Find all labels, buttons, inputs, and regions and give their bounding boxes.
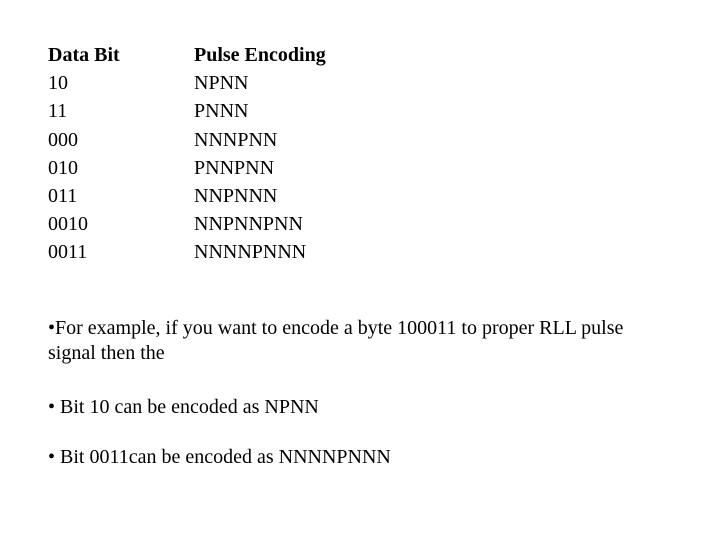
column-header-pulse-encoding: Pulse Encoding	[194, 44, 326, 66]
cell-data-bit: 000	[48, 128, 78, 151]
cell-pulse-encoding: NNPNNPNN	[194, 213, 303, 236]
table-row: 10 NPNN	[48, 69, 326, 97]
cell-data-bit: 0010	[48, 213, 88, 236]
cell-pulse-encoding: NNNNPNNN	[194, 241, 307, 264]
cell-data-bit: 11	[48, 100, 68, 123]
bullet-list: •For example, if you want to encode a by…	[48, 316, 648, 470]
bullet-marker-icon: •	[48, 317, 56, 339]
cell-data-bit: 010	[48, 156, 78, 179]
table-header-row: Data Bit Pulse Encoding	[48, 41, 326, 69]
cell-data-bit: 10	[48, 72, 68, 95]
cell-pulse-encoding: PNNN	[194, 100, 249, 123]
bullet-item-example: •For example, if you want to encode a by…	[48, 316, 640, 366]
table-header: Data Bit Pulse Encoding	[48, 41, 326, 69]
cell-pulse-encoding: PNNPNN	[194, 156, 275, 179]
bullet-text: Bit 0011can be encoded as NNNNPNNN	[60, 446, 391, 468]
pulse-encoding-table: Data Bit Pulse Encoding 10 NPNN 11 PNNN …	[48, 41, 326, 267]
table-row: 011 NNPNNN	[48, 182, 326, 210]
table-row: 000 NNNPNN	[48, 126, 326, 154]
bullet-item-bit-0011: • Bit 0011can be encoded as NNNNPNNN	[48, 445, 648, 470]
cell-pulse-encoding: NPNN	[194, 72, 249, 95]
table-body: 10 NPNN 11 PNNN 000 NNNPNN 010 PNNPNN 01…	[48, 69, 326, 266]
table-row: 0010 NNPNNPNN	[48, 210, 326, 238]
table-row: 11 PNNN	[48, 97, 326, 125]
bullet-marker-icon: •	[48, 396, 61, 418]
bullet-marker-icon: •	[48, 446, 61, 468]
cell-data-bit: 011	[48, 185, 78, 208]
bullet-text: For example, if you want to encode a byt…	[48, 317, 624, 364]
bullet-item-bit-10: • Bit 10 can be encoded as NPNN	[48, 395, 648, 420]
bullet-text: Bit 10 can be encoded as NPNN	[60, 396, 319, 418]
cell-data-bit: 0011	[48, 241, 88, 264]
cell-pulse-encoding: NNNPNN	[194, 128, 278, 151]
cell-pulse-encoding: NNPNNN	[194, 185, 278, 208]
table-row: 010 PNNPNN	[48, 154, 326, 182]
table-row: 0011 NNNNPNNN	[48, 238, 326, 266]
slide-canvas: Data Bit Pulse Encoding 10 NPNN 11 PNNN …	[0, 0, 720, 540]
column-header-data-bit: Data Bit	[48, 44, 120, 66]
